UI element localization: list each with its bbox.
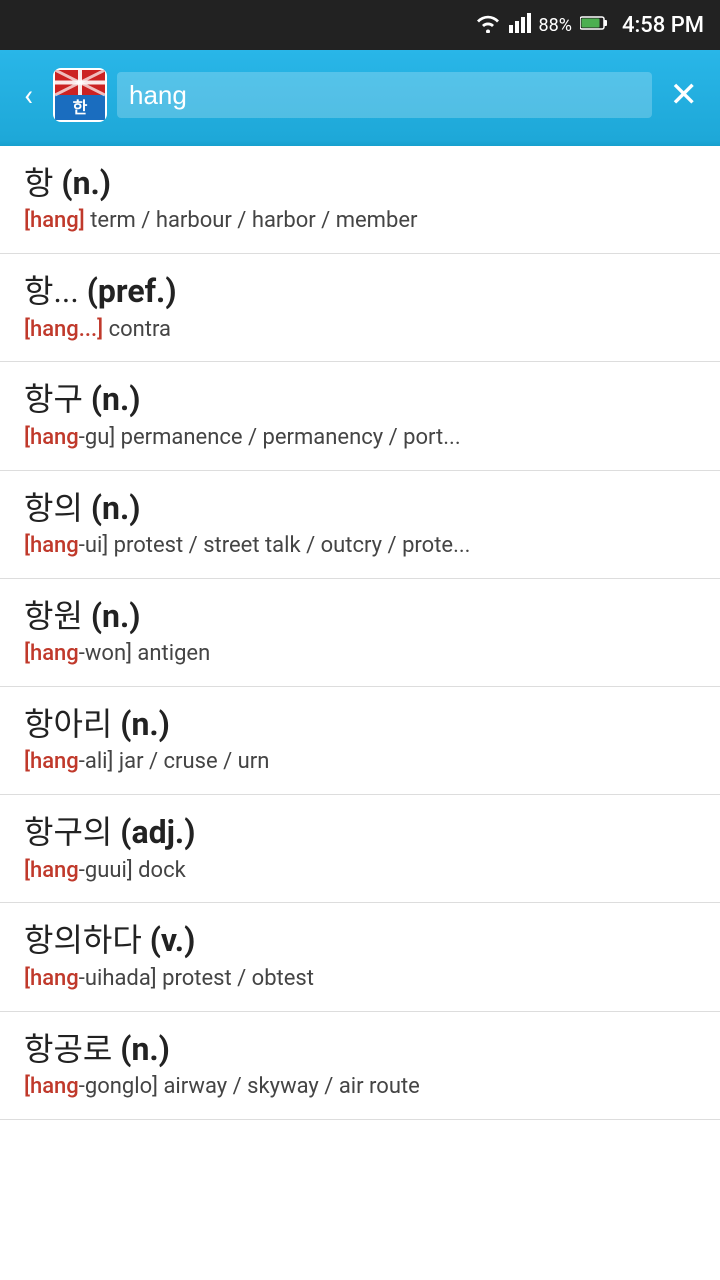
pronunciation: [hang <box>24 641 79 666</box>
pronunciation: [hang...] <box>24 317 103 342</box>
definition: dock <box>138 858 186 883</box>
list-item[interactable]: 항 (n.) [hang] term / harbour / harbor / … <box>0 146 720 254</box>
entry-title: 항의하다 (v.) <box>24 921 696 959</box>
entry-title: 항구 (n.) <box>24 380 696 418</box>
entry-body: [hang-guui] dock <box>24 856 696 887</box>
entry-title: 항... (pref.) <box>24 272 696 310</box>
list-item[interactable]: 항원 (n.) [hang-won] antigen <box>0 579 720 687</box>
list-item[interactable]: 항구 (n.) [hang-gu] permanence / permanenc… <box>0 362 720 470</box>
battery-percentage: 88% <box>539 15 572 36</box>
entry-body: [hang-gonglo] airway / skyway / air rout… <box>24 1072 696 1103</box>
definition: protest / street talk / outcry / prote..… <box>114 533 471 558</box>
part-of-speech: (n.) <box>91 380 141 418</box>
list-item[interactable]: 항아리 (n.) [hang-ali] jar / cruse / urn <box>0 687 720 795</box>
list-item[interactable]: 항의하다 (v.) [hang-uihada] protest / obtest <box>0 903 720 1011</box>
pronunciation: [hang] <box>24 208 85 233</box>
list-item[interactable]: 항... (pref.) [hang...] contra <box>0 254 720 362</box>
part-of-speech: (pref.) <box>87 272 177 310</box>
pronunciation-suffix: -gonglo] <box>79 1074 158 1099</box>
part-of-speech: (n.) <box>91 597 141 635</box>
entry-body: [hang-ui] protest / street talk / outcry… <box>24 531 696 562</box>
pronunciation: [hang <box>24 858 79 883</box>
entry-title: 항 (n.) <box>24 164 696 202</box>
part-of-speech: (n.) <box>120 1030 170 1068</box>
back-button[interactable]: ‹ <box>14 72 43 119</box>
part-of-speech: (adj.) <box>120 813 195 851</box>
pronunciation-suffix: -uihada] <box>79 966 157 991</box>
entry-title: 항구의 (adj.) <box>24 813 696 851</box>
list-item[interactable]: 항공로 (n.) [hang-gonglo] airway / skyway /… <box>0 1012 720 1120</box>
entry-body: [hang-uihada] protest / obtest <box>24 964 696 995</box>
pronunciation: [hang <box>24 533 79 558</box>
part-of-speech: (n.) <box>120 705 170 743</box>
definition: airway / skyway / air route <box>163 1074 419 1099</box>
search-box[interactable] <box>117 72 651 118</box>
part-of-speech: (n.) <box>61 164 111 202</box>
entry-body: [hang] term / harbour / harbor / member <box>24 206 696 237</box>
pronunciation-suffix: -ali] <box>79 749 114 774</box>
part-of-speech: (n.) <box>91 489 141 527</box>
entry-title: 항공로 (n.) <box>24 1030 696 1068</box>
list-item[interactable]: 항의 (n.) [hang-ui] protest / street talk … <box>0 471 720 579</box>
pronunciation: [hang <box>24 425 79 450</box>
pronunciation: [hang <box>24 1074 79 1099</box>
search-input[interactable] <box>129 80 639 111</box>
definition: jar / cruse / urn <box>119 749 270 774</box>
battery-icon <box>580 15 608 36</box>
status-bar: 88% 4:58 PM <box>0 0 720 50</box>
list-item[interactable]: 항구의 (adj.) [hang-guui] dock <box>0 795 720 903</box>
part-of-speech: (v.) <box>150 921 196 959</box>
clear-button[interactable]: ✕ <box>662 69 707 121</box>
entry-body: [hang-ali] jar / cruse / urn <box>24 747 696 778</box>
pronunciation: [hang <box>24 966 79 991</box>
pronunciation: [hang <box>24 749 79 774</box>
entry-title: 항아리 (n.) <box>24 705 696 743</box>
definition: term / harbour / harbor / member <box>90 208 417 233</box>
definition: permanence / permanency / port... <box>121 425 461 450</box>
app-icon: 한 <box>53 68 107 122</box>
dictionary-list: 항 (n.) [hang] term / harbour / harbor / … <box>0 146 720 1120</box>
signal-icon <box>509 13 531 38</box>
definition: protest / obtest <box>162 966 314 991</box>
definition: contra <box>109 317 171 342</box>
entry-body: [hang-won] antigen <box>24 639 696 670</box>
pronunciation-suffix: -won] <box>79 641 132 666</box>
entry-title: 항의 (n.) <box>24 489 696 527</box>
status-time: 4:58 PM <box>622 13 704 38</box>
entry-body: [hang...] contra <box>24 315 696 346</box>
entry-title: 항원 (n.) <box>24 597 696 635</box>
definition: antigen <box>137 641 210 666</box>
pronunciation-suffix: -ui] <box>79 533 108 558</box>
header: ‹ 한 ✕ <box>0 50 720 140</box>
wifi-icon <box>475 13 501 38</box>
pronunciation-suffix: -gu] <box>79 425 115 450</box>
entry-body: [hang-gu] permanence / permanency / port… <box>24 423 696 454</box>
pronunciation-suffix: -guui] <box>79 858 133 883</box>
svg-text:한: 한 <box>73 98 88 117</box>
